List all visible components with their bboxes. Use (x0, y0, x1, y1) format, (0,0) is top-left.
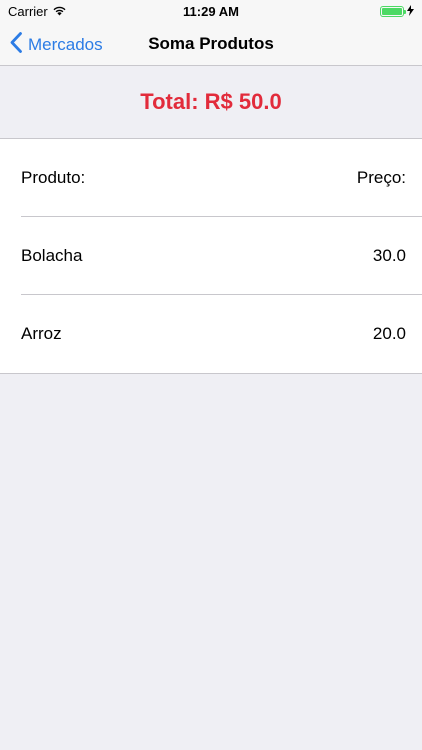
header-product: Produto: (21, 168, 86, 187)
product-name: Arroz (21, 324, 62, 343)
product-price: 20.0 (372, 324, 406, 343)
status-time: 11:29 AM (183, 4, 239, 19)
table-row[interactable]: Arroz 20.0 (0, 295, 422, 373)
total-header: Total: R$ 50.0 (0, 66, 422, 138)
status-right (380, 4, 414, 19)
table-header-row: Produto: Preço: (0, 139, 422, 217)
battery-icon (380, 6, 406, 17)
table-row[interactable]: Bolacha 30.0 (0, 217, 422, 295)
header-price: Preço: (356, 168, 406, 187)
products-table: Produto: Preço: Bolacha 30.0 Arroz 20.0 (0, 138, 422, 374)
page-title: Soma Produtos (148, 34, 274, 53)
product-name: Bolacha (21, 246, 83, 265)
status-bar: Carrier 11:29 AM (0, 0, 422, 22)
product-price: 30.0 (372, 246, 406, 265)
total-label: Total: R$ 50.0 (140, 89, 282, 114)
navigation-bar: Mercados Soma Produtos (0, 22, 422, 66)
battery-cap (404, 10, 406, 14)
charging-bolt-icon (407, 4, 414, 19)
battery-fill (382, 8, 402, 15)
